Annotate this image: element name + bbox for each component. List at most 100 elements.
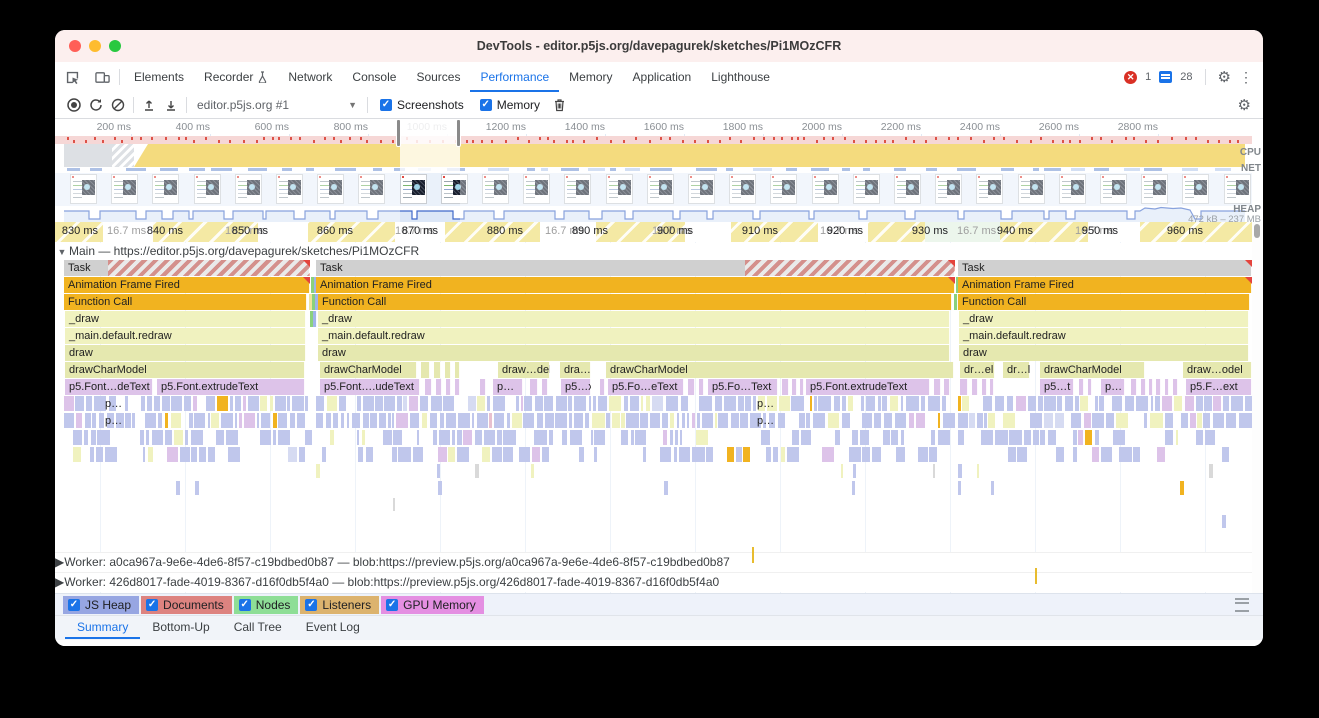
flame-bar[interactable]: _main.default.redraw bbox=[65, 328, 306, 344]
flame-bar[interactable]: draw bbox=[318, 345, 950, 361]
activity-bar[interactable] bbox=[1095, 430, 1099, 445]
activity-bar[interactable] bbox=[773, 447, 778, 462]
activity-bar[interactable] bbox=[574, 413, 582, 428]
activity-bar[interactable] bbox=[621, 413, 625, 428]
activity-bar[interactable] bbox=[1119, 447, 1132, 462]
legend-chip-js-heap[interactable]: ✓JS Heap bbox=[63, 596, 139, 614]
activity-bar[interactable] bbox=[366, 447, 373, 462]
activity-bar[interactable] bbox=[347, 413, 350, 428]
activity-bar[interactable] bbox=[1009, 430, 1022, 445]
more-options-icon[interactable]: ⋮ bbox=[1239, 69, 1253, 86]
activity-bar[interactable] bbox=[146, 430, 149, 445]
activity-bar[interactable] bbox=[1056, 447, 1065, 462]
activity-bar[interactable] bbox=[140, 430, 144, 445]
screenshot-thumbnail[interactable] bbox=[441, 174, 468, 204]
activity-bar[interactable] bbox=[393, 498, 395, 511]
activity-bar[interactable] bbox=[769, 413, 776, 428]
activity-bar[interactable] bbox=[692, 413, 695, 428]
activity-bar[interactable] bbox=[801, 430, 811, 445]
activity-bar[interactable] bbox=[278, 413, 287, 428]
activity-bar[interactable] bbox=[1003, 413, 1015, 428]
activity-bar[interactable] bbox=[680, 430, 682, 445]
flame-bar[interactable]: p5…xt bbox=[561, 379, 591, 395]
activity-bar[interactable] bbox=[884, 413, 892, 428]
activity-bar[interactable] bbox=[195, 481, 199, 495]
activity-bar[interactable] bbox=[503, 430, 516, 445]
activity-bar[interactable] bbox=[230, 396, 233, 411]
flame-bar[interactable]: _main.default.redraw bbox=[959, 328, 1249, 344]
activity-bar[interactable] bbox=[1028, 396, 1036, 411]
activity-bar[interactable] bbox=[621, 430, 628, 445]
activity-bar[interactable] bbox=[906, 396, 919, 411]
activity-bar[interactable] bbox=[482, 447, 490, 462]
activity-bar[interactable] bbox=[1106, 413, 1114, 428]
activity-bar[interactable] bbox=[696, 430, 708, 445]
activity-bar[interactable] bbox=[822, 447, 833, 462]
flame-bar[interactable]: p5…t bbox=[1040, 379, 1074, 395]
worker-track-header[interactable]: ▶Worker: a0ca967a-9e6e-4de6-8f57-c19bdbe… bbox=[55, 552, 1252, 572]
detail-tab-bottom-up[interactable]: Bottom-Up bbox=[140, 616, 221, 639]
activity-bar[interactable] bbox=[921, 396, 925, 411]
activity-bar[interactable] bbox=[896, 447, 905, 462]
activity-bar[interactable] bbox=[1016, 396, 1027, 411]
activity-bar[interactable] bbox=[339, 396, 345, 411]
activity-bar[interactable] bbox=[988, 413, 995, 428]
flame-bar[interactable]: Animation Frame Fired bbox=[958, 277, 1252, 293]
activity-bar[interactable] bbox=[180, 447, 190, 462]
activity-bar[interactable] bbox=[523, 413, 534, 428]
activity-bar[interactable] bbox=[860, 430, 870, 445]
activity-bar[interactable] bbox=[420, 396, 428, 411]
screenshot-thumbnail[interactable] bbox=[1224, 174, 1251, 204]
activity-bar[interactable] bbox=[1157, 447, 1165, 462]
activity-bar[interactable] bbox=[918, 447, 928, 462]
screenshot-thumbnail[interactable] bbox=[1182, 174, 1209, 204]
activity-bar[interactable] bbox=[273, 413, 277, 428]
activity-bar[interactable] bbox=[239, 413, 243, 428]
activity-bar[interactable] bbox=[852, 430, 859, 445]
activity-bar[interactable] bbox=[626, 413, 639, 428]
activity-bar[interactable] bbox=[1040, 430, 1045, 445]
activity-bar[interactable] bbox=[174, 430, 183, 445]
screenshot-thumbnail[interactable] bbox=[358, 174, 385, 204]
activity-bar[interactable] bbox=[570, 430, 582, 445]
flame-bar[interactable]: draw bbox=[65, 345, 306, 361]
activity-bar[interactable] bbox=[991, 481, 994, 495]
flame-bar[interactable] bbox=[1088, 379, 1092, 395]
activity-bar[interactable] bbox=[556, 396, 567, 411]
activity-bar[interactable] bbox=[1024, 430, 1031, 445]
flame-bar[interactable] bbox=[699, 379, 704, 395]
activity-bar[interactable] bbox=[848, 396, 853, 411]
activity-bar[interactable] bbox=[184, 396, 191, 411]
activity-bar[interactable] bbox=[766, 447, 770, 462]
activity-bar[interactable] bbox=[244, 413, 255, 428]
activity-bar[interactable] bbox=[574, 396, 586, 411]
flame-bar[interactable]: Function Call bbox=[958, 294, 1250, 310]
activity-bar[interactable] bbox=[493, 396, 505, 411]
activity-bar[interactable] bbox=[1017, 447, 1027, 462]
flame-bar[interactable] bbox=[1173, 379, 1178, 395]
activity-bar[interactable] bbox=[330, 430, 335, 445]
flame-bar[interactable] bbox=[972, 379, 978, 395]
activity-bar[interactable] bbox=[519, 447, 530, 462]
activity-bar[interactable] bbox=[91, 430, 96, 445]
activity-bar[interactable] bbox=[1065, 396, 1073, 411]
activity-bar[interactable] bbox=[813, 413, 826, 428]
activity-bar[interactable] bbox=[1092, 413, 1103, 428]
record-button[interactable] bbox=[63, 95, 85, 115]
flame-bar[interactable] bbox=[1165, 379, 1169, 395]
tab-network[interactable]: Network bbox=[278, 63, 342, 92]
activity-bar[interactable] bbox=[792, 430, 799, 445]
activity-bar[interactable] bbox=[635, 430, 646, 445]
activity-bar[interactable] bbox=[362, 430, 365, 445]
activity-bar[interactable] bbox=[1231, 396, 1243, 411]
activity-bar[interactable] bbox=[740, 413, 747, 428]
activity-bar[interactable] bbox=[109, 396, 116, 411]
error-badge-icon[interactable]: ✕ bbox=[1124, 71, 1137, 84]
activity-bar[interactable] bbox=[862, 447, 870, 462]
flame-bar[interactable]: p5.Font…deText bbox=[65, 379, 153, 395]
detail-tab-call-tree[interactable]: Call Tree bbox=[222, 616, 294, 639]
activity-bar[interactable] bbox=[73, 447, 81, 462]
activity-bar[interactable] bbox=[535, 396, 543, 411]
activity-bar[interactable] bbox=[958, 430, 964, 445]
activity-bar[interactable] bbox=[154, 396, 160, 411]
